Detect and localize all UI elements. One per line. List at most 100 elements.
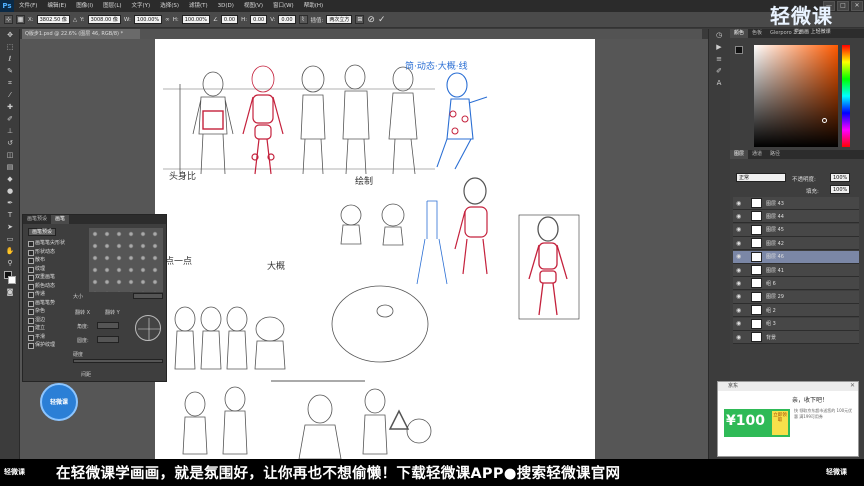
brush-tip-grid[interactable]	[89, 228, 163, 292]
brush-option-scattering[interactable]: 散布	[25, 256, 87, 265]
vskew-field[interactable]: 0.00	[278, 15, 296, 24]
brush-angle-preview-icon[interactable]	[135, 315, 161, 341]
menu-type[interactable]: 文字(Y)	[127, 0, 156, 12]
layer-row[interactable]: ◉ 背景	[733, 331, 859, 344]
height-field[interactable]: 100.00%	[181, 15, 210, 24]
blur-tool-icon[interactable]: ◆	[2, 174, 18, 185]
crop-tool-icon[interactable]: ⌗	[2, 78, 18, 89]
y-field[interactable]: 3008.00 像	[87, 15, 121, 24]
layer-row[interactable]: ◉ 图层 44	[733, 210, 859, 224]
layer-row[interactable]: ◉ 图层 29	[733, 290, 859, 304]
layer-row[interactable]: ◉ 组 2	[733, 304, 859, 318]
opacity-field[interactable]: 100%	[830, 173, 851, 182]
brush-option-dual-brush[interactable]: 双重画笔	[25, 273, 87, 282]
layer-row[interactable]: ◉ 组 3	[733, 317, 859, 331]
roundness-field[interactable]	[97, 336, 119, 343]
eraser-tool-icon[interactable]: ◫	[2, 150, 18, 161]
menu-file[interactable]: 文件(F)	[14, 0, 42, 12]
close-button[interactable]: ✕	[851, 1, 863, 11]
width-field[interactable]: 100.00%	[133, 15, 163, 24]
menu-view[interactable]: 视图(V)	[239, 0, 268, 12]
gradient-tool-icon[interactable]: ▤	[2, 162, 18, 173]
warp-mode-icon[interactable]: ⊞	[355, 15, 365, 24]
eye-icon[interactable]: ◉	[736, 226, 743, 233]
reference-point-icon[interactable]: ▦	[16, 15, 25, 24]
fill-field[interactable]: 100%	[830, 185, 851, 194]
warp-icon[interactable]: ⌇	[298, 15, 308, 24]
foreground-color-swatch[interactable]	[735, 46, 743, 54]
document-canvas[interactable]: 简·动态·大概·线 绘制 头身比 大概 点一点	[155, 39, 595, 459]
interpolation-select[interactable]: 两次立方	[326, 15, 353, 24]
eye-icon[interactable]: ◉	[736, 307, 743, 314]
commit-transform-icon[interactable]: ✓	[378, 15, 386, 25]
hskew-field[interactable]: 0.00	[250, 15, 268, 24]
healing-tool-icon[interactable]: ✚	[2, 102, 18, 113]
eye-icon[interactable]: ◉	[736, 240, 743, 247]
menu-edit[interactable]: 编辑(E)	[42, 0, 71, 12]
layer-row[interactable]: ◉ 图层 42	[733, 237, 859, 251]
coupon-claim-button[interactable]: 立即领取	[772, 411, 788, 435]
eye-icon[interactable]: ◉	[736, 320, 743, 327]
layer-row[interactable]: ◉ 图层 46	[733, 250, 859, 264]
actions-panel-icon[interactable]: ▶	[711, 42, 727, 53]
eye-icon[interactable]: ◉	[736, 253, 743, 260]
history-panel-icon[interactable]: ◷	[711, 30, 727, 41]
blend-mode-select[interactable]: 正常	[736, 173, 786, 182]
eye-icon[interactable]: ◉	[736, 293, 743, 300]
delta-icon[interactable]: △	[73, 17, 77, 23]
link-icon[interactable]: ∞	[165, 17, 170, 23]
layer-row[interactable]: ◉ 组 6	[733, 277, 859, 291]
angle-field[interactable]	[97, 322, 119, 329]
tab-layers[interactable]: 图层	[730, 150, 749, 159]
tab-brush[interactable]: 画笔	[51, 215, 70, 224]
character-panel-icon[interactable]: A	[711, 78, 727, 89]
brush-option-texture[interactable]: 纹理	[25, 265, 87, 274]
brush-option-tip-shape[interactable]: 画笔笔尖形状	[25, 239, 87, 248]
flip-x-checkbox[interactable]: 翻转 X	[75, 309, 90, 316]
brush-tool-icon[interactable]: ✐	[2, 114, 18, 125]
lasso-tool-icon[interactable]: ℓ	[2, 54, 18, 65]
zoom-tool-icon[interactable]: ⚲	[2, 258, 18, 269]
tab-brush-presets[interactable]: 画笔预设	[23, 215, 51, 224]
layer-row[interactable]: ◉ 图层 45	[733, 223, 859, 237]
brush-presets-button[interactable]: 画笔预设	[28, 228, 56, 236]
menu-help[interactable]: 帮助(H)	[299, 0, 328, 12]
brush-option-shape-dynamics[interactable]: 形状动态	[25, 248, 87, 257]
pen-tool-icon[interactable]: ✒	[2, 198, 18, 209]
size-slider[interactable]	[133, 293, 163, 299]
dodge-tool-icon[interactable]: ●	[2, 186, 18, 197]
brush-option-color-dynamics[interactable]: 颜色动态	[25, 282, 87, 291]
eye-icon[interactable]: ◉	[736, 334, 743, 341]
history-brush-tool-icon[interactable]: ↺	[2, 138, 18, 149]
spacing-checkbox[interactable]: 间距	[81, 371, 91, 378]
hardness-slider[interactable]	[73, 359, 163, 363]
quick-select-tool-icon[interactable]: ✎	[2, 66, 18, 77]
menu-3d[interactable]: 3D(D)	[213, 0, 239, 12]
menu-filter[interactable]: 滤镜(T)	[184, 0, 213, 12]
color-picker-field[interactable]	[754, 45, 838, 147]
promo-coupon[interactable]: ¥100 立即领取	[724, 409, 790, 437]
transform-tool-icon[interactable]: ⊹	[4, 15, 13, 24]
menu-window[interactable]: 窗口(W)	[268, 0, 299, 12]
menu-layer[interactable]: 图层(L)	[98, 0, 126, 12]
menu-image[interactable]: 图像(I)	[71, 0, 98, 12]
cancel-transform-icon[interactable]: ⊘	[367, 15, 375, 25]
eye-icon[interactable]: ◉	[736, 213, 743, 220]
hand-tool-icon[interactable]: ✋	[2, 246, 18, 257]
flip-y-checkbox[interactable]: 翻转 Y	[105, 309, 120, 316]
eye-icon[interactable]: ◉	[736, 267, 743, 274]
properties-panel-icon[interactable]: ≡	[711, 54, 727, 65]
eye-icon[interactable]: ◉	[736, 200, 743, 207]
maximize-button[interactable]: □	[837, 1, 849, 11]
move-tool-icon[interactable]: ✥	[2, 30, 18, 41]
document-tab[interactable]: Q版步1.psd @ 22.6% (图层 46, RGB/8) *	[22, 29, 140, 39]
brush-panel-icon[interactable]: ✐	[711, 66, 727, 77]
stamp-tool-icon[interactable]: ⊥	[2, 126, 18, 137]
shape-tool-icon[interactable]: ▭	[2, 234, 18, 245]
path-select-tool-icon[interactable]: ➤	[2, 222, 18, 233]
tab-paths[interactable]: 路径	[766, 150, 784, 159]
tab-color[interactable]: 颜色	[730, 29, 749, 38]
tab-swatches[interactable]: 色板	[748, 29, 766, 38]
marquee-tool-icon[interactable]: ⬚	[2, 42, 18, 53]
tab-channels[interactable]: 通道	[748, 150, 766, 159]
